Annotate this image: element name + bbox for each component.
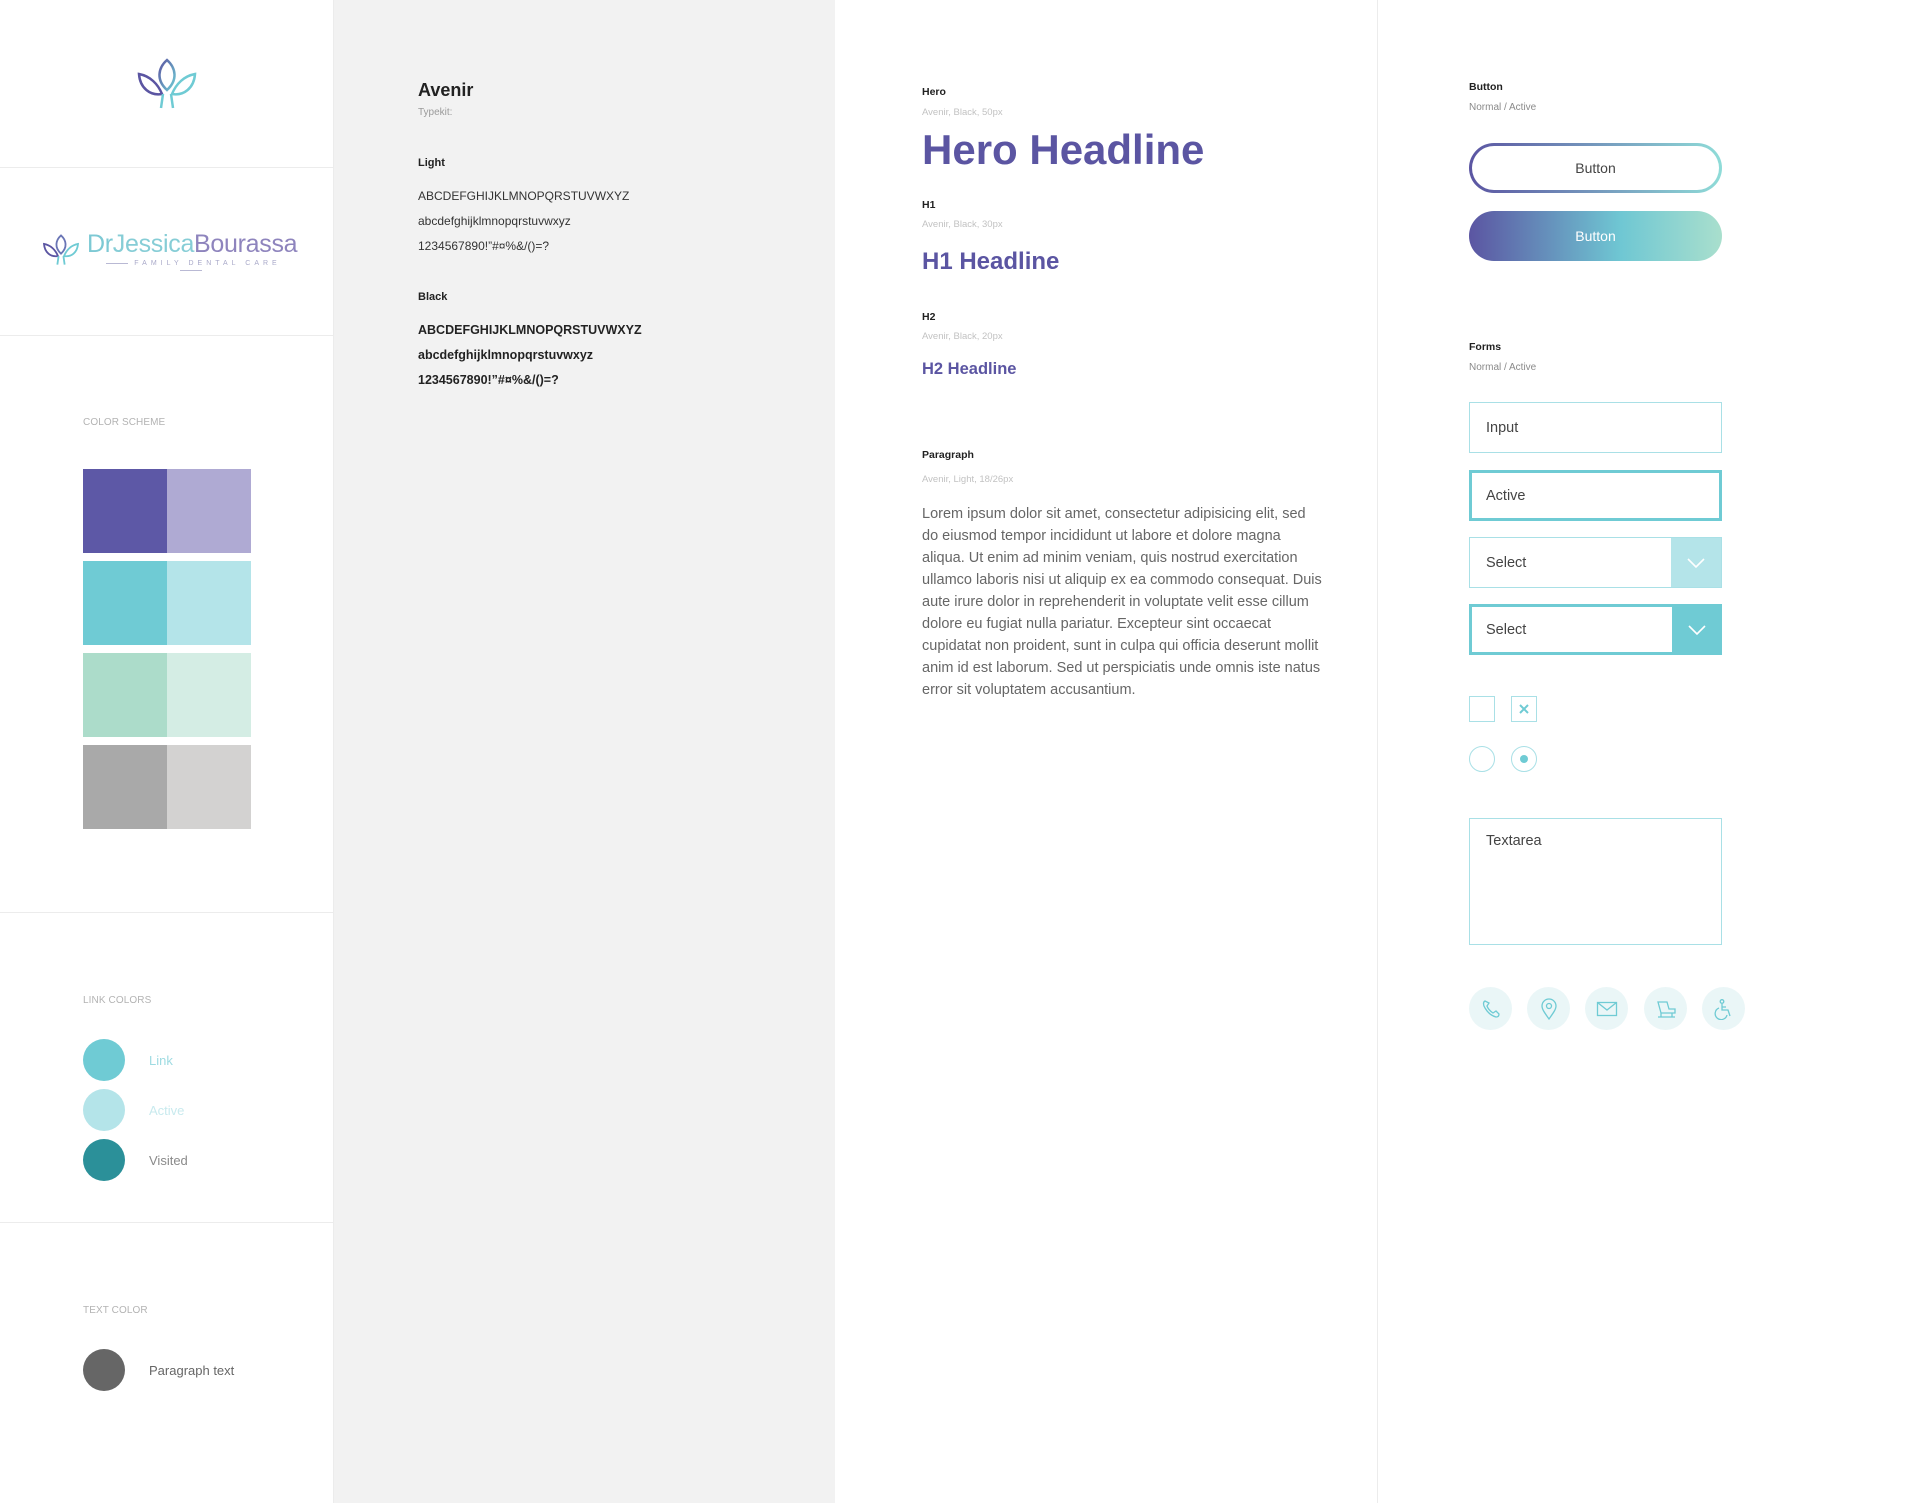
button-active-label: Button [1575,228,1616,244]
button-section-spec: Normal / Active [1469,102,1537,113]
visited-color-text[interactable]: Visited [149,1153,188,1168]
paragraph-spec: Avenir, Light, 18/26px [922,474,1014,485]
text-color-label: TEXT COLOR [83,1305,148,1316]
chevron-down-icon[interactable] [1672,604,1722,655]
phone-icon[interactable] [1469,987,1512,1030]
h1-spec: Avenir, Black, 30px [922,219,1003,230]
location-pin-icon[interactable] [1527,987,1570,1030]
paragraph-label: Paragraph [922,449,974,461]
logo-dr: Dr [87,230,113,258]
select-normal[interactable]: Select [1469,537,1722,588]
accessibility-icon[interactable] [1702,987,1745,1030]
input-normal[interactable]: Input [1469,402,1722,453]
swatch-teal-light [167,561,251,645]
logo-small-mark-icon [43,234,79,265]
black-sample-lower: abcdefghijklmnopqrstuvwxyz [418,348,594,362]
swatch-grey-light [167,745,251,829]
light-sample-lower: abcdefghijklmnopqrstuvwxyz [418,214,571,228]
chair-icon[interactable] [1644,987,1687,1030]
black-sample-upper: ABCDEFGHIJKLMNOPQRSTUVWXYZ [418,323,642,337]
radio-selected[interactable] [1511,746,1537,772]
light-sample-digits: 1234567890!”#¤%&/()=? [418,239,550,253]
h2-label: H2 [922,311,936,323]
text-color-dot [83,1349,125,1391]
link-color-dot [83,1039,125,1081]
active-color-text[interactable]: Active [149,1103,184,1118]
swatch-purple [83,469,167,553]
swatch-grey [83,745,167,829]
swatch-mint [83,653,167,737]
black-weight-label: Black [418,291,448,303]
radio-unselected[interactable] [1469,746,1495,772]
swatch-purple-light [167,469,251,553]
logo-tagline-text: FAMILY DENTAL CARE [134,260,281,267]
divider [0,335,334,336]
h1-label: H1 [922,199,936,211]
forms-section-spec: Normal / Active [1469,362,1537,373]
h2-spec: Avenir, Black, 20px [922,331,1003,342]
forms-section-label: Forms [1469,341,1502,353]
swatch-teal [83,561,167,645]
brand-column: DrJessicaBourassa FAMILY DENTAL CARE COL… [0,0,334,1503]
select-normal-value: Select [1486,554,1527,571]
swatch-mint-light [167,653,251,737]
logo-last-name: Bourassa [194,230,298,258]
headlines-column: Hero Avenir, Black, 50px Hero Headline H… [835,0,1378,1503]
h1-headline: H1 Headline [922,248,1060,275]
link-color-text[interactable]: Link [149,1053,173,1068]
typography-column: Avenir Typekit: Light ABCDEFGHIJKLMNOPQR… [334,0,835,1503]
logo-first-name: Jessica [112,230,195,258]
checkbox-unchecked[interactable] [1469,696,1495,722]
visited-color-dot [83,1139,125,1181]
link-colors-label: LINK COLORS [83,995,152,1006]
input-normal-value: Input [1486,419,1519,436]
button-normal[interactable]: Button [1469,143,1722,193]
font-name: Avenir [418,80,474,100]
checkbox-checked[interactable] [1511,696,1537,722]
select-active-value: Select [1486,621,1527,638]
black-sample-digits: 1234567890!”#¤%&/()=? [418,373,559,387]
h2-headline: H2 Headline [922,360,1017,378]
divider [0,912,334,913]
divider [0,167,334,168]
light-weight-label: Light [418,157,445,169]
textarea[interactable]: Textarea [1469,818,1722,945]
mail-icon[interactable] [1585,987,1628,1030]
logo-mark-icon [137,58,197,109]
input-active[interactable]: Active [1469,470,1722,521]
hero-spec: Avenir, Black, 50px [922,107,1003,118]
logo-wordmark: DrJessicaBourassa [87,230,298,259]
textarea-placeholder: Textarea [1486,833,1542,849]
ui-elements-column: Button Normal / Active Button Button For… [1378,0,1920,1503]
button-section-label: Button [1469,81,1503,93]
button-active[interactable]: Button [1469,211,1722,261]
input-active-value: Active [1486,487,1526,504]
button-normal-label: Button [1575,160,1616,176]
select-active[interactable]: Select [1469,604,1722,655]
divider [0,1222,334,1223]
text-color-sample: Paragraph text [149,1363,235,1378]
light-sample-upper: ABCDEFGHIJKLMNOPQRSTUVWXYZ [418,189,630,203]
color-scheme-label: COLOR SCHEME [83,417,166,428]
paragraph-sample: Lorem ipsum dolor sit amet, consectetur … [922,506,1322,698]
font-source: Typekit: [418,107,453,118]
hero-headline: Hero Headline [922,126,1205,173]
logo-tagline: FAMILY DENTAL CARE [88,260,293,274]
close-icon [1519,704,1529,714]
chevron-down-icon[interactable] [1671,538,1721,587]
active-color-dot [83,1089,125,1131]
hero-label: Hero [922,86,946,98]
